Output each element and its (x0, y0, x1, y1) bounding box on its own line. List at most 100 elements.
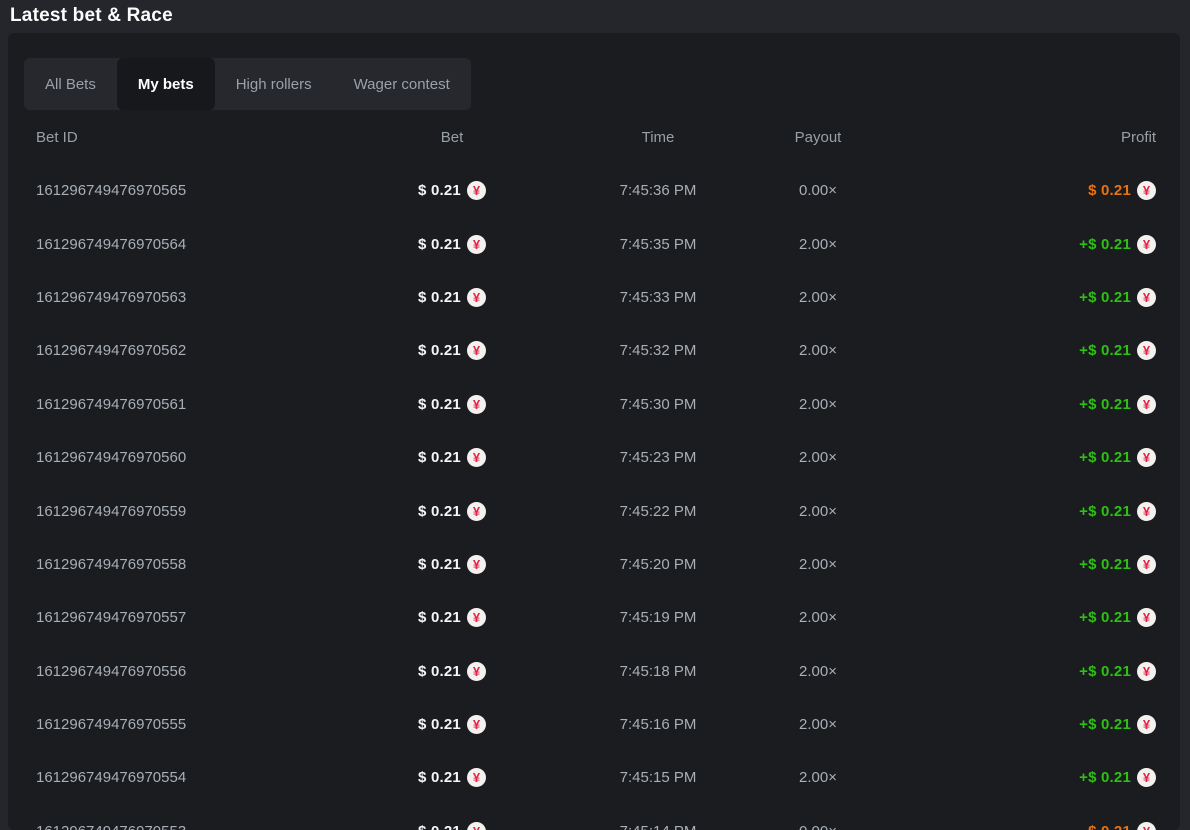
bet-row[interactable]: 161296749476970558 $ 0.21 ¥ 7:45:20 PM 2… (36, 538, 1156, 591)
jpy-coin-icon: ¥ (467, 608, 486, 627)
jpy-coin-icon: ¥ (467, 288, 486, 307)
tab-label: All Bets (45, 76, 96, 93)
bet-amount-cell: $ 0.21 ¥ (336, 395, 568, 414)
bet-time: 7:45:30 PM (568, 396, 748, 413)
bet-profit-cell: $ 0.21 ¥ (888, 822, 1156, 830)
tab-all-bets[interactable]: All Bets (24, 58, 117, 110)
bet-profit-cell: +$ 0.21 ¥ (888, 448, 1156, 467)
bet-row[interactable]: 161296749476970559 $ 0.21 ¥ 7:45:22 PM 2… (36, 484, 1156, 537)
bet-payout: 0.00× (748, 182, 888, 199)
tab-high-rollers[interactable]: High rollers (215, 58, 333, 110)
jpy-coin-icon: ¥ (1137, 768, 1156, 787)
page-title: Latest bet & Race (10, 5, 1190, 27)
bet-profit-cell: $ 0.21 ¥ (888, 181, 1156, 200)
bet-profit-cell: +$ 0.21 ¥ (888, 662, 1156, 681)
jpy-coin-icon: ¥ (1137, 715, 1156, 734)
jpy-coin-icon: ¥ (467, 448, 486, 467)
bet-time: 7:45:35 PM (568, 236, 748, 253)
bet-amount-cell: $ 0.21 ¥ (336, 235, 568, 254)
bet-payout: 2.00× (748, 769, 888, 786)
bet-id: 161296749476970557 (36, 609, 336, 626)
bet-time: 7:45:19 PM (568, 609, 748, 626)
bet-profit: +$ 0.21 (1079, 236, 1131, 253)
bet-payout: 2.00× (748, 289, 888, 306)
bet-payout: 2.00× (748, 556, 888, 573)
bet-id: 161296749476970561 (36, 396, 336, 413)
jpy-coin-icon: ¥ (467, 235, 486, 254)
jpy-coin-icon: ¥ (467, 768, 486, 787)
column-header-bet: Bet (336, 129, 568, 146)
bet-id: 161296749476970560 (36, 449, 336, 466)
bet-payout: 2.00× (748, 716, 888, 733)
bet-row[interactable]: 161296749476970563 $ 0.21 ¥ 7:45:33 PM 2… (36, 271, 1156, 324)
bet-time: 7:45:22 PM (568, 503, 748, 520)
bet-row[interactable]: 161296749476970556 $ 0.21 ¥ 7:45:18 PM 2… (36, 645, 1156, 698)
bet-row[interactable]: 161296749476970562 $ 0.21 ¥ 7:45:32 PM 2… (36, 324, 1156, 377)
bet-profit: +$ 0.21 (1079, 556, 1131, 573)
bet-amount: $ 0.21 (418, 556, 461, 573)
jpy-coin-icon: ¥ (467, 715, 486, 734)
bet-payout: 2.00× (748, 449, 888, 466)
bet-row[interactable]: 161296749476970565 $ 0.21 ¥ 7:45:36 PM 0… (36, 164, 1156, 217)
jpy-coin-icon: ¥ (467, 822, 486, 830)
table-body: 161296749476970565 $ 0.21 ¥ 7:45:36 PM 0… (36, 164, 1156, 830)
latest-bets-panel: All Bets My bets High rollers Wager cont… (8, 33, 1180, 830)
bet-row[interactable]: 161296749476970555 $ 0.21 ¥ 7:45:16 PM 2… (36, 698, 1156, 751)
bet-profit: +$ 0.21 (1079, 716, 1131, 733)
bet-amount: $ 0.21 (418, 236, 461, 253)
bet-row[interactable]: 161296749476970557 $ 0.21 ¥ 7:45:19 PM 2… (36, 591, 1156, 644)
bets-tab-bar: All Bets My bets High rollers Wager cont… (24, 58, 471, 110)
bet-row[interactable]: 161296749476970561 $ 0.21 ¥ 7:45:30 PM 2… (36, 378, 1156, 431)
bet-amount-cell: $ 0.21 ¥ (336, 181, 568, 200)
tab-my-bets[interactable]: My bets (117, 58, 215, 110)
bet-profit-cell: +$ 0.21 ¥ (888, 235, 1156, 254)
bet-id: 161296749476970559 (36, 503, 336, 520)
bet-profit: +$ 0.21 (1079, 663, 1131, 680)
bet-row[interactable]: 161296749476970564 $ 0.21 ¥ 7:45:35 PM 2… (36, 217, 1156, 270)
bet-profit-cell: +$ 0.21 ¥ (888, 768, 1156, 787)
bet-payout: 2.00× (748, 503, 888, 520)
tab-wager-contest[interactable]: Wager contest (333, 58, 471, 110)
bet-payout: 2.00× (748, 609, 888, 626)
bet-profit: +$ 0.21 (1079, 769, 1131, 786)
bet-row[interactable]: 161296749476970560 $ 0.21 ¥ 7:45:23 PM 2… (36, 431, 1156, 484)
jpy-coin-icon: ¥ (1137, 288, 1156, 307)
bet-id: 161296749476970558 (36, 556, 336, 573)
jpy-coin-icon: ¥ (467, 555, 486, 574)
bet-amount-cell: $ 0.21 ¥ (336, 502, 568, 521)
bet-amount-cell: $ 0.21 ¥ (336, 448, 568, 467)
bet-id: 161296749476970554 (36, 769, 336, 786)
bet-amount: $ 0.21 (418, 609, 461, 626)
bet-profit: +$ 0.21 (1079, 396, 1131, 413)
bet-profit: +$ 0.21 (1079, 449, 1131, 466)
jpy-coin-icon: ¥ (1137, 235, 1156, 254)
jpy-coin-icon: ¥ (1137, 341, 1156, 360)
bet-amount: $ 0.21 (418, 503, 461, 520)
bet-profit: +$ 0.21 (1079, 342, 1131, 359)
bet-payout: 2.00× (748, 236, 888, 253)
bet-amount: $ 0.21 (418, 823, 461, 830)
tab-label: Wager contest (354, 76, 450, 93)
bet-time: 7:45:14 PM (568, 823, 748, 830)
column-header-profit: Profit (888, 129, 1156, 146)
bet-row[interactable]: 161296749476970554 $ 0.21 ¥ 7:45:15 PM 2… (36, 751, 1156, 804)
bet-amount-cell: $ 0.21 ¥ (336, 822, 568, 830)
bet-profit-cell: +$ 0.21 ¥ (888, 502, 1156, 521)
bet-profit: $ 0.21 (1088, 182, 1131, 199)
bet-time: 7:45:18 PM (568, 663, 748, 680)
bet-amount: $ 0.21 (418, 342, 461, 359)
bet-row[interactable]: 161296749476970553 $ 0.21 ¥ 7:45:14 PM 0… (36, 805, 1156, 830)
bet-time: 7:45:16 PM (568, 716, 748, 733)
bet-id: 161296749476970553 (36, 823, 336, 830)
jpy-coin-icon: ¥ (1137, 448, 1156, 467)
table-header-row: Bet ID Bet Time Payout Profit (36, 110, 1156, 164)
bet-time: 7:45:36 PM (568, 182, 748, 199)
bet-amount: $ 0.21 (418, 769, 461, 786)
jpy-coin-icon: ¥ (467, 181, 486, 200)
bet-amount-cell: $ 0.21 ¥ (336, 768, 568, 787)
bet-time: 7:45:32 PM (568, 342, 748, 359)
bet-payout: 2.00× (748, 342, 888, 359)
bet-amount: $ 0.21 (418, 449, 461, 466)
bet-payout: 0.00× (748, 823, 888, 830)
tab-label: High rollers (236, 76, 312, 93)
